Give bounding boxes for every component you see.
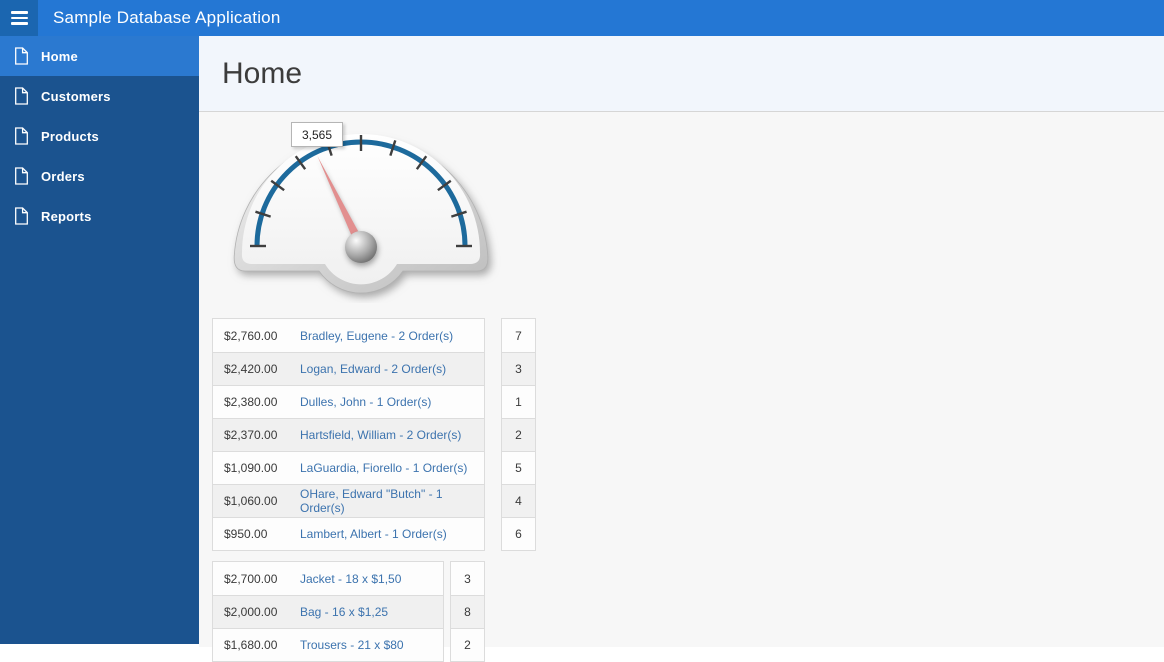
- gauge-value-label: 3,565: [291, 122, 343, 147]
- sidebar-item-products[interactable]: Products: [0, 116, 199, 156]
- amount-cell: $1,090.00: [224, 461, 278, 475]
- product-link[interactable]: Bag - 16 x $1,25: [288, 605, 443, 619]
- count-cell: 7: [515, 328, 522, 343]
- count-cell: 5: [502, 451, 535, 484]
- table-row: $2,380.00 Dulles, John - 1 Order(s): [213, 385, 484, 418]
- table-row: $1,060.00 OHare, Edward "Butch" - 1 Order…: [213, 484, 484, 517]
- amount-cell: $2,380.00: [224, 395, 278, 409]
- count-cell: 8: [451, 595, 484, 628]
- sidebar-item-orders[interactable]: Orders: [0, 156, 199, 196]
- app-title: Sample Database Application: [53, 8, 281, 27]
- customer-order-link[interactable]: Hartsfield, William - 2 Order(s): [288, 428, 484, 442]
- sidebar-item-label: Home: [41, 48, 78, 64]
- sidebar-item-customers[interactable]: Customers: [0, 76, 199, 116]
- app-header: Sample Database Application: [0, 0, 1164, 36]
- product-link[interactable]: Jacket - 18 x $1,50: [288, 572, 443, 586]
- table-row: $950.00 Lambert, Albert - 1 Order(s): [213, 517, 484, 550]
- amount-cell: $2,700.00: [224, 571, 278, 586]
- amount-cell: $2,370.00: [224, 428, 278, 442]
- top-customers-widget: $2,760.00 Bradley, Eugene - 2 Order(s) $2,…: [212, 318, 536, 551]
- amount-cell: $2,420.00: [224, 362, 278, 376]
- count-cell: 3: [502, 352, 535, 385]
- customer-order-link[interactable]: Dulles, John - 1 Order(s): [288, 395, 484, 409]
- customer-order-link[interactable]: OHare, Edward "Butch" - 1 Order(s): [288, 487, 484, 515]
- document-icon: [15, 207, 28, 225]
- customer-order-link[interactable]: Logan, Edward - 2 Order(s): [288, 362, 484, 376]
- count-column: 7 312546: [501, 318, 536, 551]
- table-row: $2,370.00 Hartsfield, William - 2 Order(s…: [213, 418, 484, 451]
- document-icon: [15, 47, 28, 65]
- product-link[interactable]: Trousers - 21 x $80: [288, 638, 443, 652]
- hamburger-icon: [10, 11, 28, 25]
- document-icon: [15, 87, 28, 105]
- count-cell: 6: [502, 517, 535, 550]
- customer-order-link[interactable]: Lambert, Albert - 1 Order(s): [288, 527, 484, 541]
- sidebar-item-label: Customers: [41, 88, 111, 104]
- amount-cell: $2,760.00: [224, 328, 278, 343]
- document-icon: [15, 127, 28, 145]
- sidebar: Home Customers Products Orders Reports: [0, 36, 199, 644]
- gauge-hub: [345, 231, 377, 263]
- sidebar-item-reports[interactable]: Reports: [0, 196, 199, 236]
- sidebar-item-label: Reports: [41, 208, 92, 224]
- table-row: $1,090.00 LaGuardia, Fiorello - 1 Order(s…: [213, 451, 484, 484]
- sidebar-item-label: Orders: [41, 168, 85, 184]
- menu-button[interactable]: [0, 0, 38, 36]
- table-row: $1,680.00 Trousers - 21 x $80: [213, 628, 443, 661]
- page-title-band: Home: [199, 36, 1164, 112]
- count-cell: 2: [451, 628, 484, 661]
- data-table: $2,760.00 Bradley, Eugene - 2 Order(s) $2,…: [212, 318, 485, 551]
- page-title: Home: [222, 56, 303, 90]
- amount-cell: $2,000.00: [224, 605, 278, 619]
- count-cell: 3: [464, 571, 471, 586]
- customer-order-link[interactable]: Bradley, Eugene - 2 Order(s): [288, 329, 484, 343]
- sidebar-item-label: Products: [41, 128, 99, 144]
- table-row: $2,420.00 Logan, Edward - 2 Order(s): [213, 352, 484, 385]
- count-cell: 4: [502, 484, 535, 517]
- document-icon: [15, 167, 28, 185]
- amount-cell: $950.00: [224, 527, 268, 541]
- count-cell: 2: [502, 418, 535, 451]
- gauge-chart: [233, 134, 489, 294]
- table-row: $2,000.00 Bag - 16 x $1,25: [213, 595, 443, 628]
- amount-cell: $1,680.00: [224, 638, 278, 652]
- table-row: $2,700.00 Jacket - 18 x $1,50: [213, 562, 443, 595]
- customer-order-link[interactable]: LaGuardia, Fiorello - 1 Order(s): [288, 461, 484, 475]
- sidebar-item-home[interactable]: Home: [0, 36, 199, 76]
- main-area: Home 3,565 $2,760.00 Bradley, Eugene - 2…: [199, 36, 1164, 662]
- table-row: $2,760.00 Bradley, Eugene - 2 Order(s): [213, 319, 484, 352]
- dashboard-content: 3,565 $2,760.00 Bradley, Eugene - 2 Orde…: [199, 112, 1164, 662]
- count-cell: 1: [502, 385, 535, 418]
- sales-gauge: 3,565: [225, 118, 505, 303]
- amount-cell: $1,060.00: [224, 494, 278, 508]
